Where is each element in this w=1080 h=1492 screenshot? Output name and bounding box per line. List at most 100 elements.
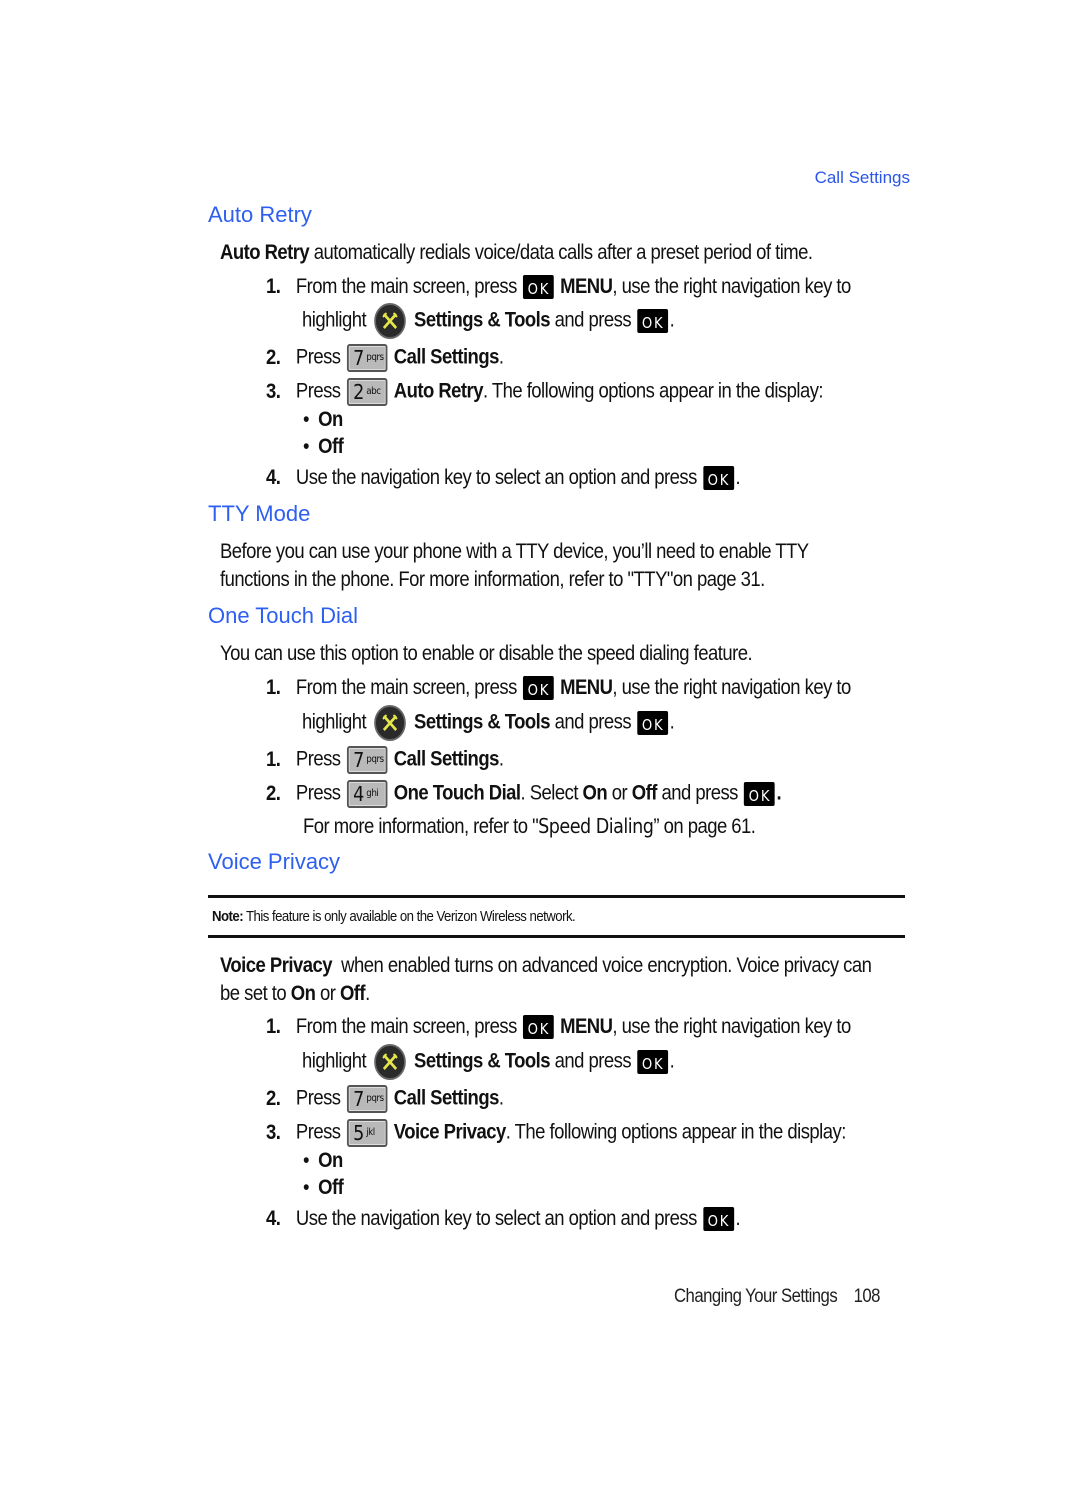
key-7-icon: 7 pqrs bbox=[346, 746, 388, 774]
step-number: 2. bbox=[266, 1086, 281, 1110]
ok-key-icon: OK bbox=[523, 1015, 554, 1040]
note-text: This feature is only available on the Ve… bbox=[243, 908, 576, 925]
step-number: 3. bbox=[266, 379, 281, 403]
settings-tools-icon bbox=[374, 705, 406, 741]
auto-retry-option-on: • On bbox=[303, 408, 343, 431]
step-number: 1. bbox=[266, 747, 281, 771]
step-number: 4. bbox=[266, 1207, 281, 1230]
settings-tools-icon bbox=[374, 303, 406, 339]
intro-bold: Voice Privacy bbox=[220, 954, 332, 977]
intro-text: or bbox=[315, 982, 340, 1005]
cross-reference-link[interactable]: Speed Dialing bbox=[538, 814, 654, 838]
key-letters: ghi bbox=[366, 788, 379, 799]
step-text: . Select bbox=[520, 781, 583, 805]
tty-mode-line-1: Before you can use your phone with a TTY… bbox=[220, 540, 809, 563]
ok-key-icon: OK bbox=[523, 275, 554, 300]
step-bold: MENU bbox=[560, 1015, 613, 1038]
intro-text: . bbox=[365, 982, 370, 1005]
option-label: On bbox=[318, 1149, 343, 1172]
step-text: , use the right navigation key to bbox=[612, 275, 851, 298]
note-bottom-rule bbox=[208, 935, 905, 938]
more-info-text: For more information, refer to " bbox=[303, 815, 539, 838]
intro-text: when enabled turns on advanced voice enc… bbox=[331, 954, 872, 977]
step-bold: MENU bbox=[560, 275, 613, 298]
intro-text: be set to bbox=[220, 982, 291, 1005]
key-digit: 2 bbox=[353, 380, 364, 404]
step-bold: On bbox=[582, 781, 608, 805]
section-title-voice-privacy: Voice Privacy bbox=[208, 849, 341, 874]
key-letters: pqrs bbox=[366, 754, 384, 765]
key-digit: 7 bbox=[353, 748, 364, 772]
step-bold: Call Settings bbox=[393, 345, 500, 369]
step-text: Use the navigation key to select an opti… bbox=[295, 466, 697, 489]
page-footer: Changing Your Settings 108 bbox=[674, 1286, 880, 1308]
voice-privacy-step-4: 4. Use the navigation key to select an op… bbox=[266, 1207, 741, 1232]
intro-bold: Off bbox=[339, 982, 366, 1005]
step-text: From the main screen, press bbox=[295, 1015, 517, 1038]
step-number: 1. bbox=[266, 275, 281, 298]
key-letters: pqrs bbox=[366, 1093, 384, 1104]
option-label: Off bbox=[318, 1176, 344, 1199]
ok-key-icon: OK bbox=[637, 309, 668, 333]
step-text: highlight bbox=[302, 1049, 367, 1073]
auto-retry-step-1-cont: highlight Settings & Tools and press OK. bbox=[302, 303, 675, 339]
option-label: On bbox=[318, 408, 343, 431]
key-digit: 7 bbox=[353, 1087, 364, 1111]
one-touch-dial-step-2: 1. Press 7 pqrs Call Settings. bbox=[266, 746, 504, 774]
step-text: . bbox=[498, 1086, 504, 1110]
step-text: Press bbox=[295, 1086, 341, 1110]
step-text: highlight bbox=[302, 710, 367, 734]
step-number: 2. bbox=[266, 345, 281, 369]
note-label: Note: bbox=[212, 908, 244, 925]
step-text: Use the navigation key to select an opti… bbox=[295, 1207, 697, 1230]
step-text: Press bbox=[295, 1120, 341, 1144]
step-number: 1. bbox=[266, 1015, 281, 1038]
auto-retry-step-4: 4. Use the navigation key to select an op… bbox=[266, 466, 741, 491]
auto-retry-intro: Auto Retry automatically redials voice/d… bbox=[220, 241, 813, 265]
ok-key-icon: OK bbox=[637, 711, 668, 735]
step-number: 3. bbox=[266, 1120, 281, 1144]
step-number: 1. bbox=[266, 676, 281, 699]
step-text: and press bbox=[656, 781, 738, 805]
step-bold: Call Settings bbox=[393, 747, 500, 771]
note-top-rule bbox=[208, 895, 905, 898]
step-text: . The following options appear in the di… bbox=[482, 379, 824, 403]
auto-retry-step-1: 1. From the main screen, press OK MENU, u… bbox=[266, 275, 851, 300]
ok-key-icon: OK bbox=[523, 676, 554, 701]
one-touch-dial-intro: You can use this option to enable or dis… bbox=[220, 642, 753, 665]
step-text: and press bbox=[550, 1049, 632, 1073]
auto-retry-step-2: 2. Press 7 pqrs Call Settings. bbox=[266, 344, 504, 372]
step-text: Press bbox=[295, 781, 341, 805]
key-letters: abc bbox=[366, 386, 381, 397]
step-bold: Call Settings bbox=[393, 1086, 500, 1110]
footer-chapter: Changing Your Settings bbox=[674, 1286, 838, 1307]
note: Note: This feature is only available on … bbox=[212, 908, 576, 925]
key-digit: 5 bbox=[353, 1121, 364, 1145]
step-text: , use the right navigation key to bbox=[612, 676, 851, 699]
step-bold: Voice Privacy bbox=[393, 1120, 506, 1144]
voice-privacy-step-1-cont: highlight Settings & Tools and press OK. bbox=[302, 1044, 675, 1080]
key-letters: pqrs bbox=[366, 352, 384, 363]
step-text: Press bbox=[295, 379, 341, 403]
voice-privacy-option-off: • Off bbox=[303, 1176, 344, 1199]
voice-privacy-option-on: • On bbox=[303, 1149, 343, 1172]
key-2-icon: 2 abc bbox=[346, 378, 388, 406]
step-text: or bbox=[607, 781, 632, 805]
step-bold: Settings & Tools bbox=[414, 710, 551, 734]
intro-text: automatically redials voice/data calls a… bbox=[309, 241, 813, 264]
page-number: 108 bbox=[853, 1286, 881, 1307]
key-letters: jkl bbox=[366, 1127, 375, 1138]
step-number: 4. bbox=[266, 466, 281, 489]
auto-retry-option-off: • Off bbox=[303, 435, 344, 458]
step-bold: Off bbox=[631, 781, 658, 805]
step-text: From the main screen, press bbox=[295, 676, 517, 699]
step-text: Press bbox=[295, 747, 341, 771]
one-touch-dial-step-3: 2. Press 4 ghi One Touch Dial. Select On o… bbox=[266, 780, 782, 808]
step-bold: Settings & Tools bbox=[414, 1049, 551, 1073]
step-number: 2. bbox=[266, 781, 281, 805]
step-text: and press bbox=[550, 710, 632, 734]
step-text: , use the right navigation key to bbox=[612, 1015, 851, 1038]
key-4-icon: 4 ghi bbox=[346, 780, 388, 808]
one-touch-dial-step-1: 1. From the main screen, press OK MENU, u… bbox=[266, 676, 851, 701]
key-5-icon: 5 jkl bbox=[346, 1119, 388, 1147]
